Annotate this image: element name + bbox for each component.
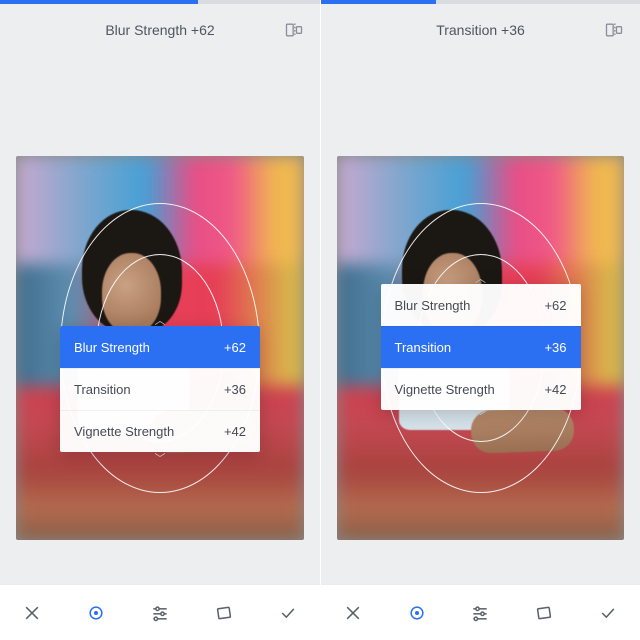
menu-item-label: Blur Strength	[74, 340, 150, 355]
menu-item-value: +62	[224, 340, 246, 355]
orientation-icon[interactable]	[604, 20, 624, 40]
menu-item-label: Blur Strength	[395, 298, 471, 313]
focus-tool-button[interactable]	[76, 593, 116, 633]
apply-button[interactable]	[588, 593, 628, 633]
editor-panel-left: Blur Strength +62 ︿	[0, 0, 320, 640]
chevron-down-icon: ﹀	[475, 408, 486, 424]
menu-item-label: Transition	[74, 382, 131, 397]
menu-item-value: +42	[544, 382, 566, 397]
menu-item-transition[interactable]: Transition +36	[60, 368, 260, 410]
shape-button[interactable]	[524, 593, 564, 633]
menu-item-label: Vignette Strength	[395, 382, 495, 397]
canvas-area: ︿ Blur Strength +62 Transition +36 Vigne…	[321, 56, 640, 640]
menu-item-label: Transition	[395, 340, 452, 355]
menu-item-blur-strength[interactable]: Blur Strength +62	[60, 326, 260, 368]
photo-canvas[interactable]: ︿ Blur Strength +62 Transition +36 Vigne…	[337, 156, 624, 540]
canvas-area: ︿ Blur Strength +62 Transition +36 Vigne…	[0, 56, 320, 640]
menu-item-value: +36	[544, 340, 566, 355]
sliders-button[interactable]	[140, 593, 180, 633]
menu-item-transition[interactable]: Transition +36	[381, 326, 581, 368]
photo-canvas[interactable]: ︿ Blur Strength +62 Transition +36 Vigne…	[16, 156, 304, 540]
adjustment-title: Transition +36	[436, 22, 525, 38]
close-button[interactable]	[333, 593, 373, 633]
adjustment-menu[interactable]: ︿ Blur Strength +62 Transition +36 Vigne…	[60, 326, 260, 452]
shape-button[interactable]	[204, 593, 244, 633]
title-row: Transition +36	[321, 4, 640, 56]
orientation-icon[interactable]	[284, 20, 304, 40]
focus-tool-button[interactable]	[397, 593, 437, 633]
menu-item-value: +42	[224, 424, 246, 439]
bottom-toolbar	[0, 584, 320, 640]
editor-panel-right: Transition +36 ︿	[320, 0, 640, 640]
adjustment-title: Blur Strength +62	[105, 22, 214, 38]
close-button[interactable]	[12, 593, 52, 633]
adjustment-menu[interactable]: ︿ Blur Strength +62 Transition +36 Vigne…	[381, 284, 581, 410]
sliders-button[interactable]	[460, 593, 500, 633]
menu-item-label: Vignette Strength	[74, 424, 174, 439]
menu-item-blur-strength[interactable]: Blur Strength +62	[381, 284, 581, 326]
menu-item-vignette-strength[interactable]: Vignette Strength +42	[60, 410, 260, 452]
bottom-toolbar	[321, 584, 640, 640]
menu-item-value: +62	[544, 298, 566, 313]
chevron-down-icon: ﹀	[155, 450, 166, 466]
menu-item-value: +36	[224, 382, 246, 397]
menu-item-vignette-strength[interactable]: Vignette Strength +42	[381, 368, 581, 410]
apply-button[interactable]	[268, 593, 308, 633]
title-row: Blur Strength +62	[0, 4, 320, 56]
